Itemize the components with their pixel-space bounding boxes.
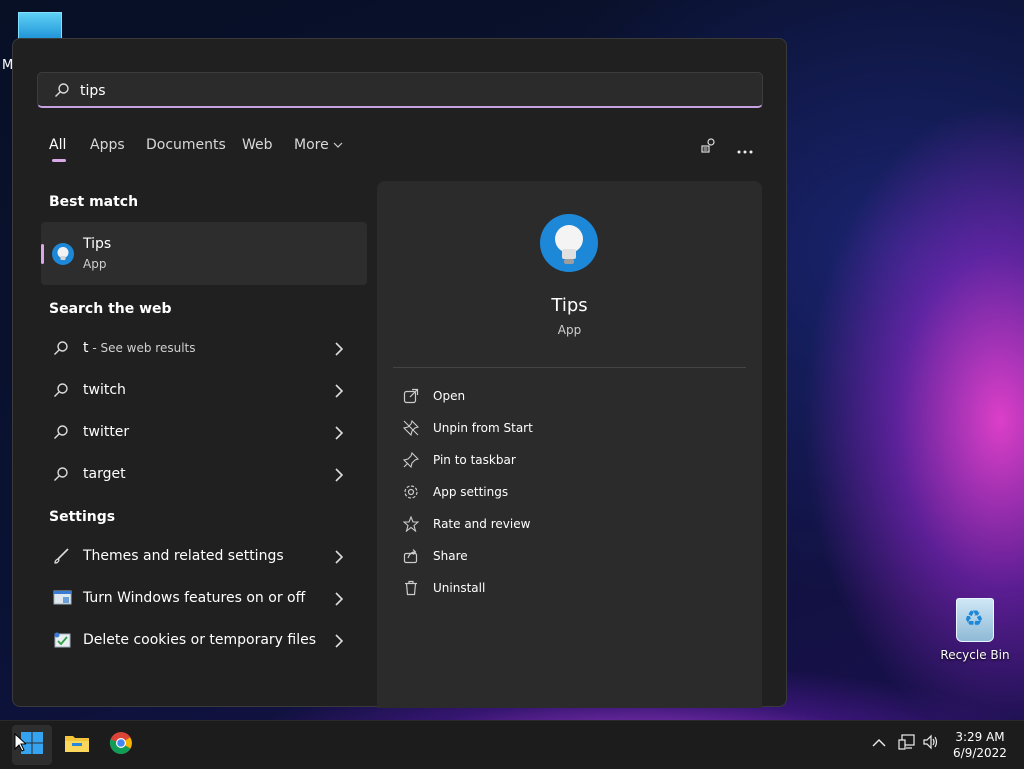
chevron-down-icon [333, 137, 343, 153]
search-panel: All Apps Documents Web More Best match T… [12, 38, 787, 708]
clock-date: 6/9/2022 [953, 746, 1007, 760]
web-result-text: twitter [83, 424, 130, 440]
chrome-button[interactable] [101, 725, 141, 765]
best-match-name: Tips [83, 236, 112, 252]
mouse-cursor-icon [14, 732, 28, 756]
tips-app-icon [51, 242, 75, 270]
file-explorer-button[interactable] [57, 725, 97, 765]
detail-app-name: Tips [551, 295, 588, 316]
selection-indicator [41, 244, 44, 264]
setting-themes[interactable]: Themes and related settings [41, 537, 367, 577]
setting-label: Turn Windows features on or off [83, 590, 306, 606]
show-hidden-icons-button[interactable] [872, 733, 886, 752]
web-result-twitch[interactable]: twitch [41, 371, 367, 411]
action-label: App settings [433, 485, 509, 499]
web-result-t[interactable]: t - See web results [41, 329, 367, 369]
network-icon[interactable] [898, 733, 916, 755]
search-icon [54, 82, 70, 102]
tab-web-label: Web [242, 137, 273, 153]
best-match-tips[interactable]: Tips App [41, 222, 367, 285]
action-label: Rate and review [433, 517, 531, 531]
recycle-bin-shortcut[interactable]: Recycle Bin [940, 598, 1010, 662]
chevron-right-icon [335, 467, 344, 486]
setting-label: Delete cookies or temporary files [83, 632, 317, 648]
action-label: Open [433, 389, 466, 403]
action-open[interactable]: Open [403, 385, 733, 409]
disk-cleanup-icon [53, 631, 73, 653]
chrome-icon [109, 731, 133, 759]
windows-features-icon [53, 589, 73, 611]
action-label: Share [433, 549, 468, 563]
tab-apps[interactable]: Apps [90, 137, 125, 153]
tab-web[interactable]: Web [242, 137, 273, 153]
chevron-right-icon [335, 341, 344, 360]
chevron-right-icon [335, 383, 344, 402]
volume-icon[interactable] [922, 733, 940, 755]
setting-delete-cookies[interactable]: Delete cookies or temporary files [41, 621, 367, 661]
chevron-right-icon [335, 549, 344, 568]
tab-all-label: All [49, 137, 67, 153]
tab-apps-label: Apps [90, 137, 125, 153]
chevron-right-icon [335, 591, 344, 610]
action-share[interactable]: Share [403, 545, 733, 569]
tab-more[interactable]: More [294, 137, 343, 153]
tips-large-icon [539, 213, 599, 279]
web-result-twitter[interactable]: twitter [41, 413, 367, 453]
action-rate-review[interactable]: Rate and review [402, 513, 733, 537]
recycle-bin-icon [956, 598, 994, 642]
action-pin-taskbar[interactable]: Pin to taskbar [402, 449, 733, 473]
action-label: Unpin from Start [433, 421, 533, 435]
search-icon [53, 340, 69, 360]
tab-documents[interactable]: Documents [146, 137, 226, 153]
active-tab-indicator [52, 159, 66, 162]
web-result-suffix: - See web results [88, 341, 196, 355]
search-icon [53, 382, 69, 402]
search-icon [53, 424, 69, 444]
trash-icon [403, 580, 419, 600]
action-label: Uninstall [433, 581, 486, 595]
taskbar: 3:29 AM 6/9/2022 [0, 720, 1024, 769]
tab-all[interactable]: All [49, 137, 67, 162]
best-match-heading: Best match [49, 194, 139, 210]
web-result-target[interactable]: target [41, 455, 367, 495]
action-uninstall[interactable]: Uninstall [403, 577, 733, 601]
pin-icon [402, 451, 420, 472]
action-app-settings[interactable]: App settings [403, 481, 733, 505]
web-result-text: twitch [83, 382, 126, 398]
more-options-button[interactable] [731, 135, 759, 161]
search-web-heading: Search the web [49, 301, 172, 317]
chevron-up-icon [872, 739, 886, 747]
divider [393, 367, 746, 368]
people-search-icon [700, 137, 718, 159]
gear-icon [403, 484, 419, 504]
brush-icon [53, 547, 71, 569]
search-icon [53, 466, 69, 486]
clock[interactable]: 3:29 AM 6/9/2022 [940, 729, 1020, 761]
setting-label: Themes and related settings [83, 548, 284, 564]
web-result-text: target [83, 466, 126, 482]
ellipsis-icon [737, 139, 753, 158]
folder-icon [64, 732, 90, 758]
star-icon [402, 515, 420, 536]
chevron-right-icon [335, 633, 344, 652]
recycle-bin-label: Recycle Bin [940, 648, 1010, 662]
best-match-type: App [83, 257, 107, 271]
open-icon [403, 388, 419, 408]
detail-app-type: App [557, 323, 582, 337]
setting-windows-features[interactable]: Turn Windows features on or off [41, 579, 367, 619]
share-icon [403, 548, 419, 568]
tab-documents-label: Documents [146, 137, 226, 153]
unpin-icon [402, 419, 420, 440]
search-options-button[interactable] [695, 135, 723, 161]
clock-time: 3:29 AM [955, 730, 1005, 744]
action-unpin-start[interactable]: Unpin from Start [402, 417, 733, 441]
detail-pane: Tips App Open Unpin from Start Pin to ta… [377, 181, 762, 708]
search-input[interactable] [78, 79, 732, 103]
action-label: Pin to taskbar [433, 453, 516, 467]
search-box[interactable] [37, 72, 763, 108]
chevron-right-icon [335, 425, 344, 444]
tab-more-label: More [294, 137, 329, 153]
settings-heading: Settings [49, 509, 116, 525]
